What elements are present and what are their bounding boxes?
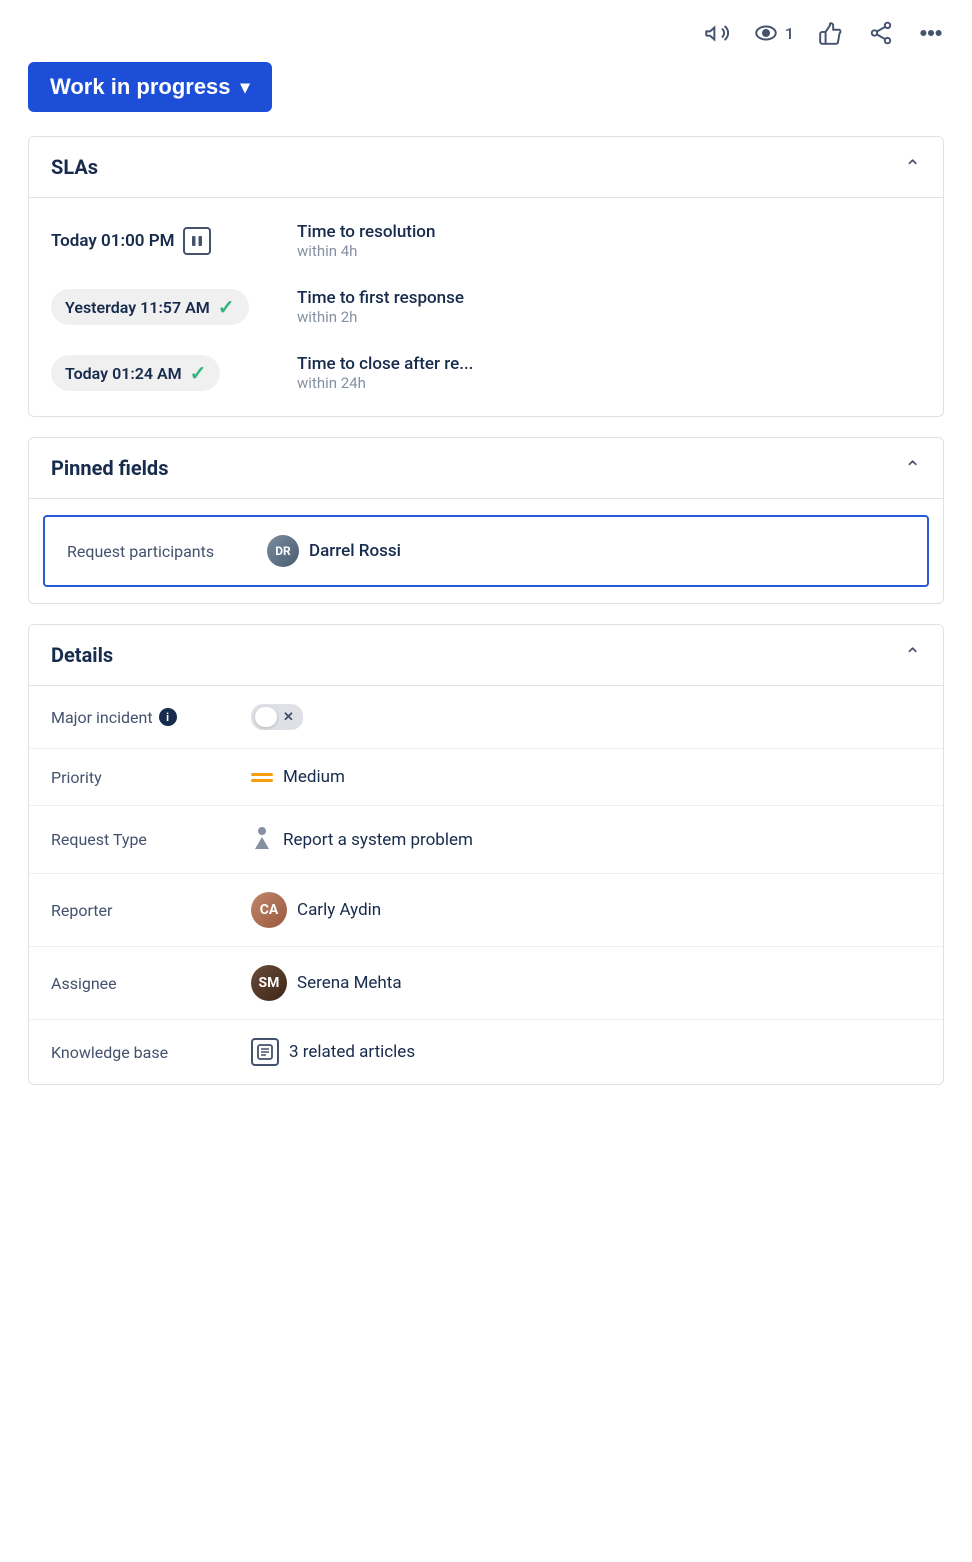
pinned-fields-body: Request participants DR Darrel Rossi [29, 498, 943, 603]
knowledge-base-label: Knowledge base [51, 1043, 251, 1062]
priority-label-text: Priority [51, 768, 102, 787]
reporter-name: Carly Aydin [297, 900, 381, 920]
sla-row: Today 01:24 AM ✓ Time to close after re.… [29, 340, 943, 406]
avatar-darrel: DR [267, 535, 299, 567]
priority-value[interactable]: Medium [251, 767, 345, 787]
info-icon[interactable]: i [159, 708, 177, 726]
sla-pause-icon [183, 227, 211, 255]
details-body: Major incident i ✕ Priority Medium [29, 685, 943, 1084]
avatar-serena: SM [251, 965, 287, 1001]
pinned-fields-header[interactable]: Pinned fields ⌃ [29, 438, 943, 498]
assignee-value[interactable]: SM Serena Mehta [251, 965, 402, 1001]
detail-row-reporter: Reporter CA Carly Aydin [29, 874, 943, 947]
thumbsup-svg [818, 20, 844, 46]
detail-row-major-incident: Major incident i ✕ [29, 686, 943, 749]
pinned-fields-section: Pinned fields ⌃ Request participants DR … [28, 437, 944, 604]
sla-info-3: Time to close after re... within 24h [297, 354, 473, 392]
slas-body: Today 01:00 PM Time to resolution within… [29, 197, 943, 416]
reporter-label: Reporter [51, 901, 251, 920]
request-type-label: Request Type [51, 830, 251, 849]
sla-row: Today 01:00 PM Time to resolution within… [29, 208, 943, 274]
major-incident-toggle[interactable]: ✕ [251, 704, 303, 730]
sla-time-2: Yesterday 11:57 AM [65, 298, 210, 317]
knowledge-base-value[interactable]: 3 related articles [251, 1038, 415, 1066]
sla-info-2: Time to first response within 2h [297, 288, 464, 326]
watch-icon-group[interactable]: 1 [753, 20, 794, 46]
sla-check-icon-2: ✓ [218, 295, 235, 319]
status-button[interactable]: Work in progress ▾ [28, 62, 272, 112]
more-options-icon[interactable] [918, 20, 944, 46]
dots-svg [918, 20, 944, 46]
megaphone-icon[interactable] [703, 20, 729, 46]
slas-section: SLAs ⌃ Today 01:00 PM Time to resolution… [28, 136, 944, 417]
assignee-label-text: Assignee [51, 974, 117, 993]
major-incident-label: Major incident i [51, 708, 251, 727]
sla-time-badge-2: Yesterday 11:57 AM ✓ [51, 289, 281, 325]
slas-title: SLAs [51, 155, 98, 179]
sla-name-3: Time to close after re... [297, 354, 473, 374]
sla-info-1: Time to resolution within 4h [297, 222, 435, 260]
priority-text: Medium [283, 767, 345, 787]
thumbsup-icon[interactable] [818, 20, 844, 46]
details-section: Details ⌃ Major incident i ✕ Priority [28, 624, 944, 1085]
request-type-text: Report a system problem [283, 830, 473, 850]
detail-row-knowledge-base: Knowledge base 3 related articles [29, 1020, 943, 1084]
sla-time-badge-3: Today 01:24 AM ✓ [51, 355, 281, 391]
priority-label: Priority [51, 768, 251, 787]
sla-row: Yesterday 11:57 AM ✓ Time to first respo… [29, 274, 943, 340]
details-section-header[interactable]: Details ⌃ [29, 625, 943, 685]
major-incident-value: ✕ [251, 704, 303, 730]
chevron-down-icon: ▾ [241, 77, 250, 98]
sla-sub-2: within 2h [297, 308, 464, 326]
share-svg [868, 20, 894, 46]
toggle-x-icon: ✕ [283, 710, 294, 725]
request-type-value: Report a system problem [251, 824, 473, 855]
participant-value: DR Darrel Rossi [267, 535, 401, 567]
participant-label: Request participants [67, 542, 267, 561]
sla-badge-bg-2: Yesterday 11:57 AM ✓ [51, 289, 249, 325]
sla-time-1: Today 01:00 PM [51, 231, 175, 251]
assignee-name: Serena Mehta [297, 973, 402, 993]
pinned-fields-collapse-icon[interactable]: ⌃ [904, 456, 921, 480]
watch-count: 1 [785, 24, 794, 43]
details-collapse-icon[interactable]: ⌃ [904, 643, 921, 667]
sla-time-badge-1: Today 01:00 PM [51, 227, 281, 255]
toggle-knob [255, 707, 277, 727]
share-icon[interactable] [868, 20, 894, 46]
reporter-label-text: Reporter [51, 901, 112, 920]
slas-collapse-icon[interactable]: ⌃ [904, 155, 921, 179]
knowledge-base-text: 3 related articles [289, 1042, 415, 1062]
priority-icon [251, 773, 273, 782]
status-label: Work in progress [50, 74, 231, 100]
sla-sub-3: within 24h [297, 374, 473, 392]
sla-sub-1: within 4h [297, 242, 435, 260]
eye-svg [753, 20, 779, 46]
sla-name-2: Time to first response [297, 288, 464, 308]
detail-row-assignee: Assignee SM Serena Mehta [29, 947, 943, 1020]
sla-check-icon-3: ✓ [190, 361, 207, 385]
avatar-carly: CA [251, 892, 287, 928]
major-incident-label-text: Major incident [51, 708, 153, 727]
participant-name: Darrel Rossi [309, 541, 401, 561]
reporter-value[interactable]: CA Carly Aydin [251, 892, 381, 928]
sla-name-1: Time to resolution [297, 222, 435, 242]
knowledge-base-icon [251, 1038, 279, 1066]
knowledge-base-label-text: Knowledge base [51, 1043, 168, 1062]
toolbar: 1 [0, 0, 972, 62]
megaphone-svg [703, 20, 729, 46]
slas-section-header[interactable]: SLAs ⌃ [29, 137, 943, 197]
detail-row-request-type: Request Type Report a system problem [29, 806, 943, 874]
assignee-label: Assignee [51, 974, 251, 993]
pinned-participant-row[interactable]: Request participants DR Darrel Rossi [43, 515, 929, 587]
sla-time-3: Today 01:24 AM [65, 364, 182, 383]
details-title: Details [51, 643, 113, 667]
sla-badge-bg-3: Today 01:24 AM ✓ [51, 355, 220, 391]
request-type-label-text: Request Type [51, 830, 147, 849]
detail-row-priority: Priority Medium [29, 749, 943, 806]
request-type-icon [251, 824, 273, 855]
pinned-fields-title: Pinned fields [51, 456, 168, 480]
